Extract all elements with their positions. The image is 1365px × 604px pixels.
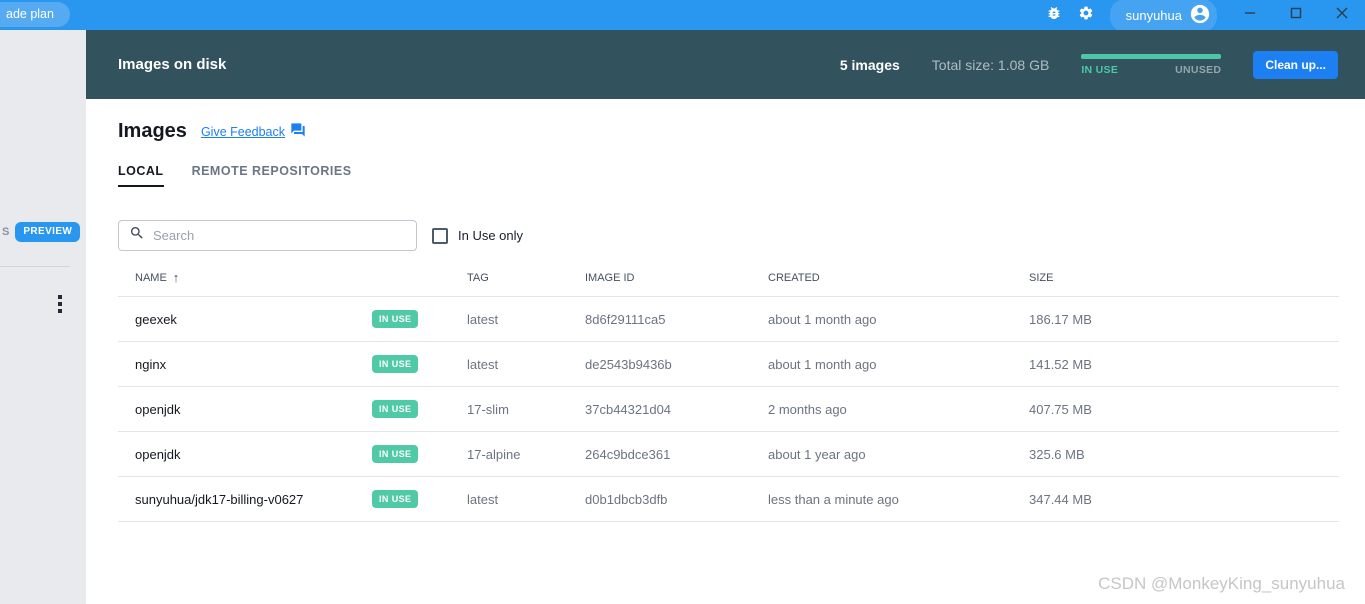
image-created: about 1 year ago <box>768 446 866 462</box>
in-use-label: IN USE <box>1081 63 1119 76</box>
table-row[interactable]: sunyuhua/jdk17-billing-v0627 IN USE late… <box>118 477 1339 522</box>
close-button[interactable] <box>1319 0 1365 30</box>
titlebar: ade plan sunyuhua <box>0 0 1365 30</box>
sidebar: S PREVIEW <box>0 30 86 604</box>
image-id: de2543b9436b <box>585 356 672 372</box>
maximize-icon <box>1289 6 1303 25</box>
image-created: about 1 month ago <box>768 311 877 327</box>
person-circle-icon <box>1189 3 1211 28</box>
image-id: d0b1dbcb3dfb <box>585 491 668 507</box>
window-controls <box>1227 0 1365 30</box>
table-row[interactable]: nginx IN USE latest de2543b9436b about 1… <box>118 342 1339 387</box>
titlebar-right-cluster: sunyuhua <box>1038 0 1365 30</box>
settings-button[interactable] <box>1070 0 1102 30</box>
watermark-text: CSDN @MonkeyKing_sunyuhua <box>1098 574 1345 593</box>
images-content: Images Give Feedback LOCAL REMOTE REPOSI… <box>86 99 1365 604</box>
usage-meter: IN USE UNUSED <box>1081 53 1222 76</box>
page-title: Images <box>118 120 187 142</box>
image-size: 347.44 MB <box>1029 491 1092 507</box>
minimize-icon <box>1243 6 1257 25</box>
tab-local[interactable]: LOCAL <box>118 164 164 187</box>
table-row[interactable]: openjdk IN USE 17-alpine 264c9bdce361 ab… <box>118 432 1339 477</box>
image-name: openjdk <box>135 401 181 417</box>
main-column: Images on disk 5 images Total size: 1.08… <box>86 30 1365 604</box>
bug-report-button[interactable] <box>1038 0 1070 30</box>
image-size: 407.75 MB <box>1029 401 1092 417</box>
image-created: about 1 month ago <box>768 356 877 372</box>
table-row[interactable]: openjdk IN USE 17-slim 37cb44321d04 2 mo… <box>118 387 1339 432</box>
gear-icon <box>1078 5 1094 26</box>
sort-ascending-icon: ↑ <box>172 270 180 285</box>
give-feedback-link[interactable]: Give Feedback <box>201 122 306 141</box>
images-summary-header: Images on disk 5 images Total size: 1.08… <box>86 30 1365 99</box>
kebab-icon <box>58 295 62 299</box>
feedback-chat-icon <box>290 122 306 141</box>
in-use-badge: IN USE <box>372 400 419 418</box>
in-use-badge: IN USE <box>372 310 419 328</box>
image-tag: latest <box>467 491 499 507</box>
bug-icon <box>1046 5 1062 26</box>
summary-title: Images on disk <box>118 56 227 73</box>
in-use-only-checkbox[interactable] <box>432 227 448 244</box>
search-box <box>118 220 417 251</box>
table-header-row: NAME ↑ TAG IMAGE ID CREATED SIZE <box>118 259 1339 297</box>
image-size: 186.17 MB <box>1029 311 1092 327</box>
in-use-badge: IN USE <box>372 490 419 508</box>
user-name: sunyuhua <box>1125 7 1182 23</box>
more-options-button[interactable] <box>54 293 66 315</box>
search-input[interactable] <box>153 228 406 243</box>
clean-up-button[interactable]: Clean up... <box>1253 50 1338 79</box>
search-icon <box>129 225 145 246</box>
column-header-name[interactable]: NAME ↑ <box>118 270 467 285</box>
app-shell: S PREVIEW Images on disk 5 images Total … <box>0 30 1365 604</box>
in-use-only-filter: In Use only <box>432 227 523 244</box>
total-size: Total size: 1.08 GB <box>931 56 1050 73</box>
preview-badge: PREVIEW <box>15 222 81 242</box>
tab-bar: LOCAL REMOTE REPOSITORIES <box>118 164 1339 187</box>
image-name: openjdk <box>135 446 181 462</box>
sidebar-item-preview[interactable]: S PREVIEW <box>0 222 86 242</box>
image-created: less than a minute ago <box>768 491 899 507</box>
usage-bar <box>1081 53 1222 59</box>
give-feedback-label: Give Feedback <box>200 124 286 139</box>
column-header-created[interactable]: CREATED <box>768 272 1029 284</box>
image-name: geexek <box>135 311 177 327</box>
summary-right-cluster: 5 images Total size: 1.08 GB IN USE UNUS… <box>839 50 1338 79</box>
user-account-button[interactable]: sunyuhua <box>1109 0 1217 30</box>
sidebar-divider <box>0 266 70 267</box>
maximize-button[interactable] <box>1273 0 1319 30</box>
images-table: NAME ↑ TAG IMAGE ID CREATED SIZE geexek … <box>118 259 1339 522</box>
image-created: 2 months ago <box>768 401 847 417</box>
page-title-row: Images Give Feedback <box>118 120 1339 143</box>
minimize-button[interactable] <box>1227 0 1273 30</box>
column-header-size[interactable]: SIZE <box>1029 272 1339 284</box>
image-id: 8d6f29111ca5 <box>585 311 666 327</box>
image-tag: 17-slim <box>467 401 509 417</box>
image-name: sunyuhua/jdk17-billing-v0627 <box>135 491 304 507</box>
image-size: 141.52 MB <box>1029 356 1092 372</box>
tab-remote-repositories[interactable]: REMOTE REPOSITORIES <box>192 164 352 187</box>
filter-controls: In Use only <box>118 220 1339 251</box>
in-use-badge: IN USE <box>372 355 419 373</box>
image-id: 264c9bdce361 <box>585 446 671 462</box>
image-size: 325.6 MB <box>1029 446 1085 462</box>
in-use-badge: IN USE <box>372 445 419 463</box>
in-use-only-label[interactable]: In Use only <box>458 228 523 243</box>
image-tag: 17-alpine <box>467 446 521 462</box>
image-count: 5 images <box>839 56 900 73</box>
sidebar-item-label: S <box>2 226 10 238</box>
image-id: 37cb44321d04 <box>585 401 672 417</box>
column-header-image-id[interactable]: IMAGE ID <box>585 272 768 284</box>
image-tag: latest <box>467 356 499 372</box>
upgrade-plan-button[interactable]: ade plan <box>0 2 70 27</box>
image-tag: latest <box>467 311 499 327</box>
table-row[interactable]: geexek IN USE latest 8d6f29111ca5 about … <box>118 297 1339 342</box>
column-header-tag[interactable]: TAG <box>467 272 585 284</box>
image-name: nginx <box>135 356 167 372</box>
close-icon <box>1335 6 1349 25</box>
unused-label: UNUSED <box>1175 63 1222 76</box>
